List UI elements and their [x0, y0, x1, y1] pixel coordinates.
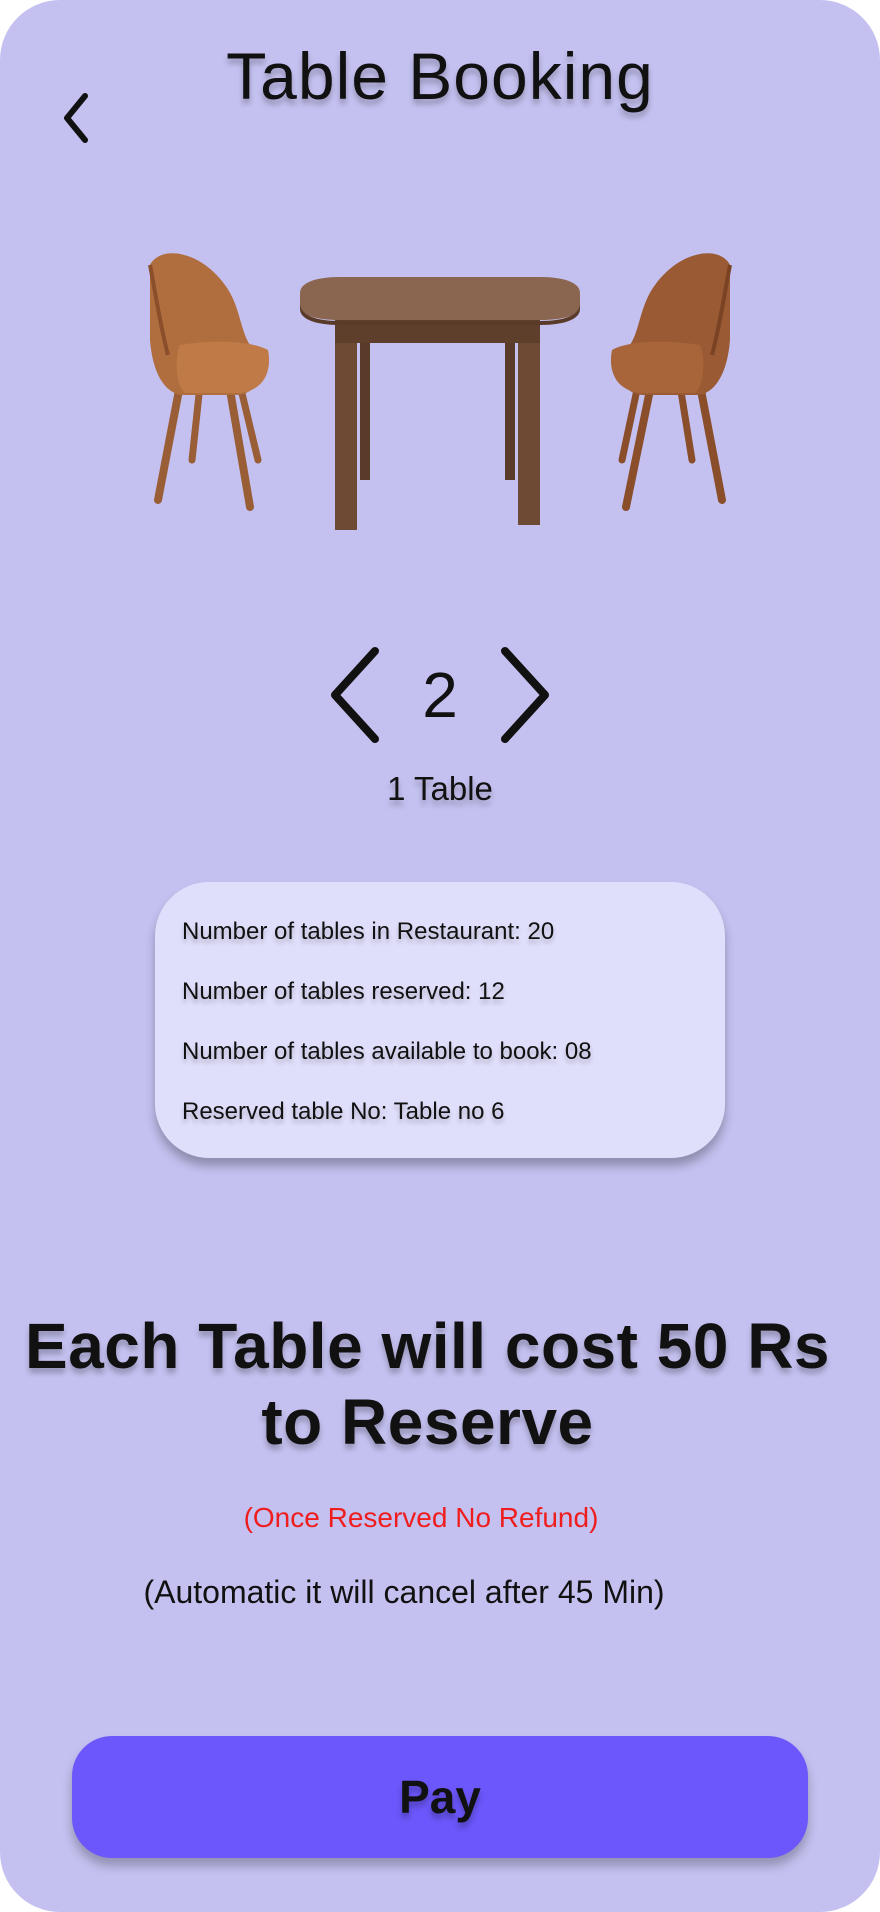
- table-count-label: 1 Table: [387, 770, 493, 807]
- cost-notice-line1: Each Table will cost 50 Rs: [25, 1310, 830, 1382]
- left-chair: [148, 253, 270, 511]
- decrement-button[interactable]: [320, 640, 390, 750]
- table: [300, 277, 580, 530]
- booking-screen: Table Booking 2 1 Table Number of tables…: [0, 0, 880, 1912]
- total-tables-text: Number of tables in Restaurant: 20: [182, 918, 555, 945]
- pay-button[interactable]: Pay: [72, 1736, 808, 1858]
- right-chair: [610, 253, 732, 511]
- cost-notice: Each Table will cost 50 Rs to Reserve: [0, 1308, 855, 1460]
- table-with-chairs-image: [148, 253, 732, 530]
- quantity-stepper: 2: [320, 640, 560, 750]
- table-info-card: Number of tables in Restaurant: 20 Numbe…: [155, 882, 725, 1158]
- page-title: Table Booking: [226, 39, 654, 113]
- chevron-right-icon: [501, 647, 549, 743]
- reserved-tables-text: Number of tables reserved: 12: [182, 978, 505, 1005]
- reserved-table-no-text: Reserved table No: Table no 6: [182, 1098, 505, 1125]
- increment-button[interactable]: [490, 640, 560, 750]
- pay-button-label: Pay: [399, 1771, 481, 1823]
- available-tables-text: Number of tables available to book: 08: [182, 1038, 592, 1065]
- refund-notice: (Once Reserved No Refund): [243, 1502, 599, 1533]
- chevron-left-icon: [331, 647, 379, 743]
- auto-cancel-notice: (Automatic it will cancel after 45 Min): [143, 1574, 665, 1610]
- cost-notice-line2: to Reserve: [261, 1386, 594, 1458]
- stepper-value: 2: [422, 659, 458, 731]
